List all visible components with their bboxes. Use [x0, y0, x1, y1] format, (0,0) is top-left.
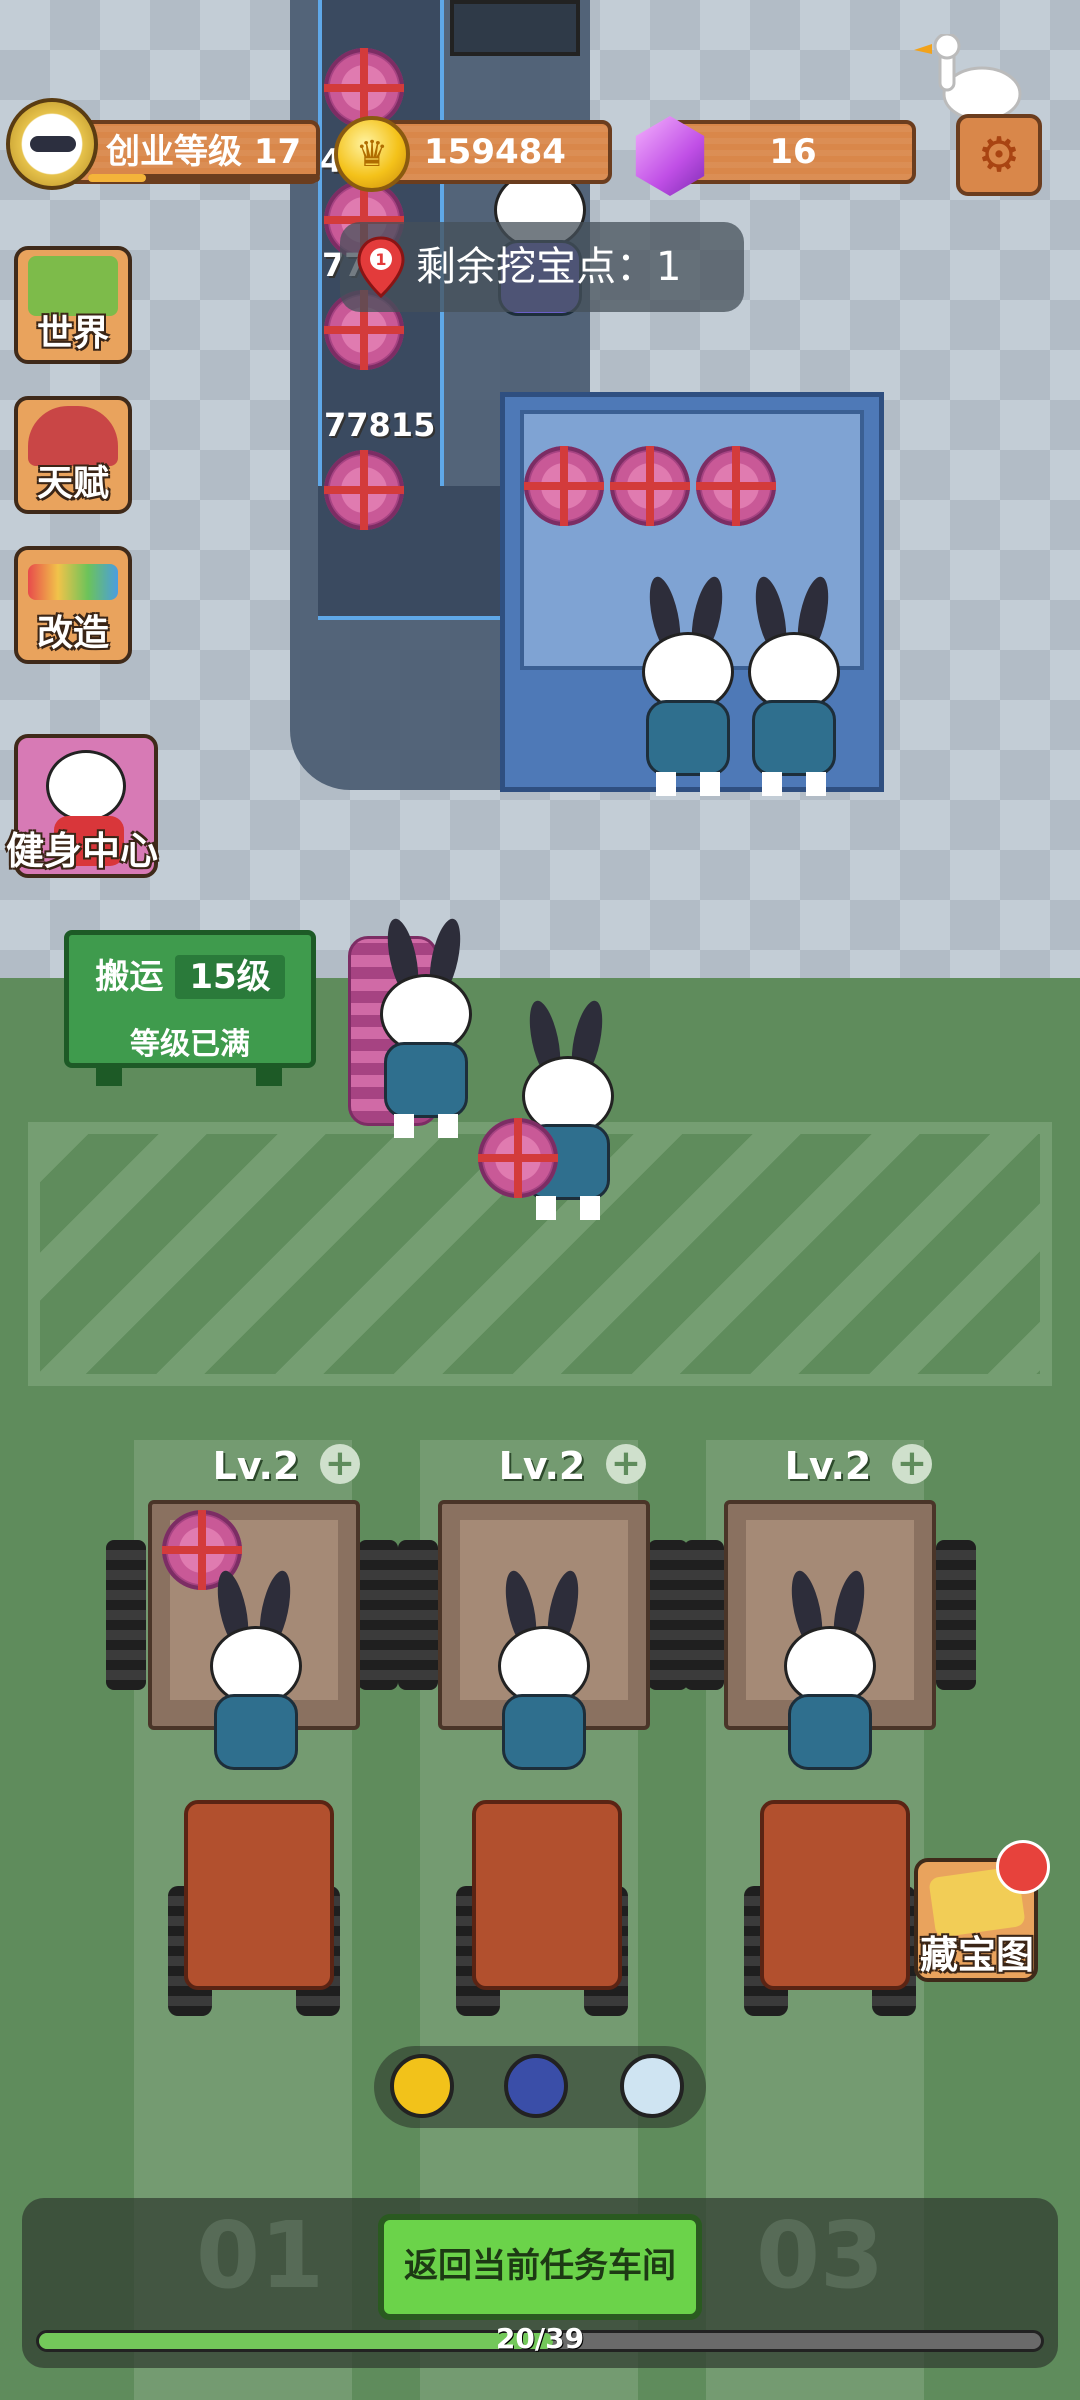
return-workshop-button[interactable]: 返回当前任务车间: [378, 2214, 702, 2320]
gift-box-on-shelf: [524, 446, 604, 526]
cart-wheel: [358, 1540, 398, 1690]
player-avatar[interactable]: [6, 98, 98, 190]
renovate-button[interactable]: 改造: [14, 546, 132, 664]
carry-level-sign[interactable]: 搬运 15级 等级已满: [64, 930, 316, 1068]
paint-roller-icon: [28, 564, 118, 600]
cart-wheel: [648, 1540, 688, 1690]
workshop-number-right[interactable]: 03: [756, 2202, 884, 2309]
money-bag-icon[interactable]: [620, 2054, 684, 2118]
sign-leg: [256, 1064, 282, 1086]
firecracker-icon[interactable]: [504, 2054, 568, 2118]
workshop-number-left[interactable]: 01: [196, 2202, 324, 2309]
world-button[interactable]: 世界: [14, 246, 132, 364]
gym-icon: [46, 750, 126, 822]
pin-number: 1: [375, 250, 386, 269]
talent-button[interactable]: 天赋: [14, 396, 132, 514]
task-progress-text: 20/39: [495, 2322, 585, 2355]
cart-wheel: [684, 1540, 724, 1690]
driver-bunny: [196, 1568, 316, 1790]
gift-box-on-shelf: [696, 446, 776, 526]
notification-dot: [996, 1840, 1050, 1894]
gear-icon: ⚙: [977, 127, 1021, 183]
gift-box-on-shelf: [610, 446, 690, 526]
coin-icon: ♛: [334, 116, 410, 192]
tractor: [472, 1800, 622, 1990]
world-label: 世界: [36, 313, 109, 354]
sign-leg: [96, 1064, 122, 1086]
machine-screen: [450, 0, 580, 56]
renovate-label: 改造: [36, 613, 109, 654]
map-pin-icon: 1: [357, 236, 405, 298]
worker-bunny: [734, 574, 854, 796]
worker-bunny: [628, 574, 748, 796]
carry-status: 等级已满: [130, 1027, 250, 1062]
stall-level: Lv.2: [212, 1444, 300, 1488]
upgrade-plus-icon[interactable]: +: [892, 1444, 932, 1484]
level-progress-fill: [88, 174, 146, 182]
cart-wheel: [106, 1540, 146, 1690]
goose-icon: [914, 34, 1022, 122]
tractor: [760, 1800, 910, 1990]
ticket-icon[interactable]: [390, 2054, 454, 2118]
talent-label: 天赋: [36, 463, 109, 504]
carried-gift-box: [478, 1118, 558, 1198]
tractor: [184, 1800, 334, 1990]
upgrade-plus-icon[interactable]: +: [320, 1444, 360, 1484]
carry-title: 搬运: [95, 957, 164, 997]
settings-button[interactable]: ⚙: [956, 114, 1042, 196]
cart-wheel: [936, 1540, 976, 1690]
carrier-bunny: [366, 916, 486, 1138]
treasure-map-label: 藏宝图: [919, 1933, 1034, 1977]
level-progress: [88, 174, 320, 182]
belt-tally: 77815: [324, 406, 436, 444]
coin-counter[interactable]: 159484: [378, 120, 612, 184]
stall-level: Lv.2: [498, 1444, 586, 1488]
stall-level: Lv.2: [784, 1444, 872, 1488]
driver-bunny: [770, 1568, 890, 1790]
cart-wheel: [398, 1540, 438, 1690]
driver-bunny: [484, 1568, 604, 1790]
gym-label: 健身中心: [6, 829, 159, 873]
carry-level: 15级: [175, 955, 285, 999]
upgrade-plus-icon[interactable]: +: [606, 1444, 646, 1484]
gem-counter[interactable]: 16: [670, 120, 916, 184]
gift-box-on-belt: [324, 450, 404, 530]
